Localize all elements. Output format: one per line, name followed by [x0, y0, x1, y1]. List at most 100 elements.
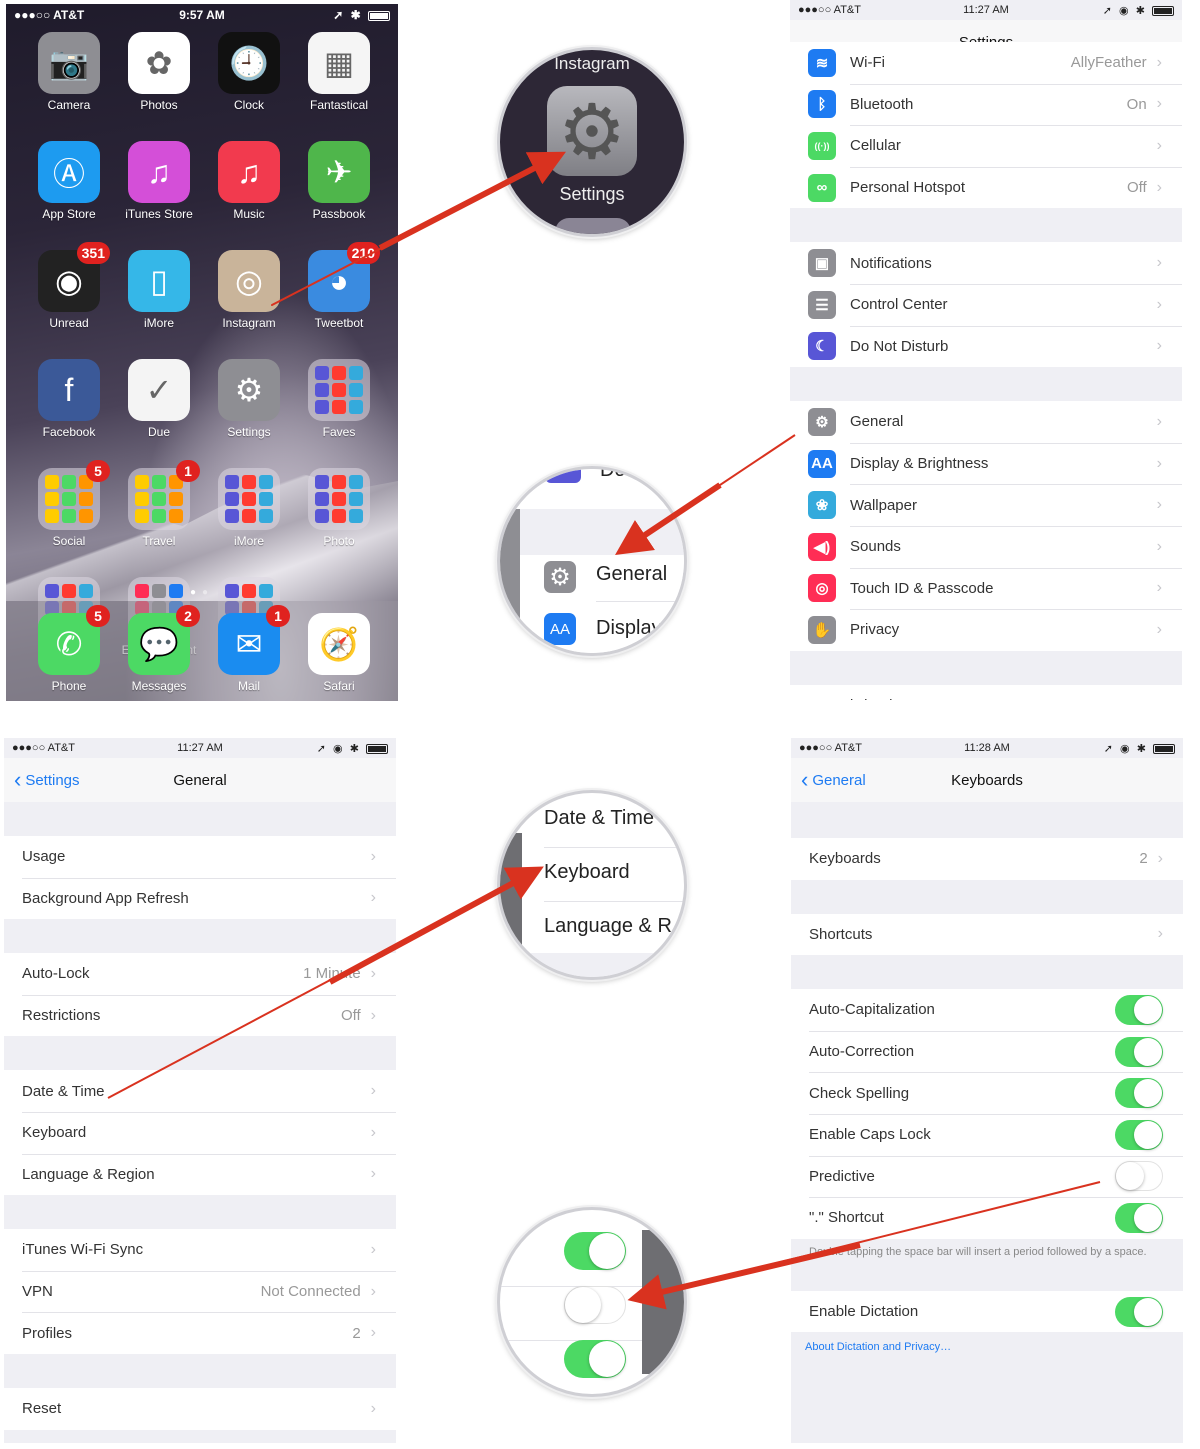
magnified-instagram-label: Instagram: [554, 54, 630, 73]
app-safari[interactable]: 🧭 Safari: [294, 613, 384, 701]
carrier-label: ●●●○○ AT&T: [14, 8, 85, 22]
settings-row-background-app-refresh[interactable]: Background App Refresh ›: [4, 877, 396, 920]
app-imore[interactable]: ▯ iMore: [114, 250, 204, 330]
app-photos[interactable]: ✿ Photos: [114, 32, 204, 112]
about-dictation-link[interactable]: About Dictation and Privacy…: [791, 1332, 1183, 1363]
auto-correction-toggle[interactable]: [1115, 1036, 1163, 1067]
settings-row-privacy[interactable]: ✋ Privacy ›: [790, 609, 1182, 651]
app-label: Due: [147, 425, 170, 439]
app-imore[interactable]: iMore: [204, 468, 294, 548]
check-spelling-toggle[interactable]: [1115, 1078, 1163, 1109]
page-indicator[interactable]: ●●: [6, 587, 398, 598]
settings-row-keyboard[interactable]: Keyboard ›: [4, 1111, 396, 1154]
row-label: Background App Refresh: [22, 889, 189, 907]
dictation-toggle[interactable]: [1115, 1296, 1163, 1327]
music-icon: ♫: [218, 141, 280, 203]
shortcut-toggle[interactable]: [1115, 1202, 1163, 1233]
settings-row-wi-fi[interactable]: ≋ Wi-Fi AllyFeather ›: [790, 42, 1182, 84]
app-photo[interactable]: Photo: [294, 468, 384, 548]
app-tweetbot[interactable]: ◕ 210 Tweetbot: [294, 242, 384, 330]
app-travel[interactable]: 1 Travel: [114, 460, 204, 548]
predictive-toggle[interactable]: [1115, 1161, 1163, 1192]
general-group: Date & Time › Keyboard › Language & Region ›: [4, 1070, 396, 1196]
settings-row-date-time[interactable]: Date & Time ›: [4, 1070, 396, 1112]
chevron-right-icon: ›: [1156, 537, 1162, 555]
app-music[interactable]: ♫ Music: [204, 141, 294, 221]
carrier-label: ●●●○○ AT&T: [798, 4, 861, 16]
notifications-icon: ▣: [808, 249, 836, 278]
settings-row-reset[interactable]: Reset ›: [4, 1388, 396, 1430]
row-label: Date & Time: [22, 1082, 105, 1100]
settings-row-language-region[interactable]: Language & Region ›: [4, 1153, 396, 1196]
app-faves[interactable]: Faves: [294, 359, 384, 439]
notification-badge: 351: [76, 242, 110, 264]
settings-row-control-center[interactable]: ☰ Control Center ›: [790, 283, 1182, 326]
settings-row-cellular[interactable]: ((·)) Cellular ›: [790, 125, 1182, 167]
moon-icon: ☾: [808, 332, 836, 361]
settings-row-auto-lock[interactable]: Auto-Lock 1 Minute ›: [4, 953, 396, 995]
app-label: iMore: [143, 316, 174, 330]
settings-row-icloud[interactable]: ☁ iCloud›: [790, 685, 1182, 700]
settings-row-usage[interactable]: Usage ›: [4, 836, 396, 878]
safari-icon: 🧭: [308, 613, 370, 675]
back-button[interactable]: ‹ Settings: [14, 769, 80, 791]
chevron-right-icon: ›: [1156, 454, 1162, 472]
app-label: Photo: [323, 534, 355, 548]
app-due[interactable]: ✓ Due: [114, 359, 204, 439]
row-label: Wi-Fi: [850, 54, 885, 72]
general-group: Usage › Background App Refresh ›: [4, 836, 396, 920]
keyboards-list: Keyboards 2 › Shortcuts › Auto-Capitaliz…: [791, 802, 1183, 1363]
settings-row-display-brightness[interactable]: AA Display & Brightness ›: [790, 442, 1182, 485]
app-itunes-store[interactable]: ♫ iTunes Store: [114, 141, 204, 221]
auto-capitalization-toggle[interactable]: [1115, 994, 1163, 1025]
settings-row-profiles[interactable]: Profiles 2 ›: [4, 1312, 396, 1354]
toggle-row-enable-caps-lock: Enable Caps Lock: [791, 1113, 1183, 1156]
row-label: Privacy: [850, 621, 900, 639]
app-camera[interactable]: 📷 Camera: [24, 32, 114, 112]
app-instagram[interactable]: ◎ Instagram: [204, 250, 294, 330]
settings-row-touch-id-passcode[interactable]: ◎ Touch ID & Passcode ›: [790, 567, 1182, 610]
app-label: Mail: [237, 679, 260, 693]
app-social[interactable]: 5 Social: [24, 460, 114, 548]
app-fantastical[interactable]: ▦ Fantastical: [294, 32, 384, 112]
app-app-store[interactable]: Ⓐ App Store: [24, 141, 114, 221]
app-facebook[interactable]: f Facebook: [24, 359, 114, 439]
chevron-right-icon: ›: [1157, 849, 1163, 867]
hotspot-icon: ∞: [808, 173, 836, 202]
toggle-knob: [1134, 1037, 1162, 1066]
magnified-settings-label: Settings: [559, 184, 625, 204]
app-clock[interactable]: 🕘 Clock: [204, 32, 294, 112]
settings-icon: ⚙: [218, 359, 280, 421]
app-messages[interactable]: 💬 2 Messages: [114, 605, 204, 701]
clock-label: 11:27 AM: [177, 742, 223, 754]
settings-row-do-not-disturb[interactable]: ☾ Do Not Disturb ›: [790, 325, 1182, 368]
settings-row-sounds[interactable]: ◀) Sounds ›: [790, 525, 1182, 568]
settings-row-restrictions[interactable]: Restrictions Off ›: [4, 994, 396, 1037]
toggle-row-shortcut: "." Shortcut: [791, 1197, 1183, 1239]
settings-row-wallpaper[interactable]: ❀ Wallpaper ›: [790, 484, 1182, 526]
app-unread[interactable]: ◉ 351 Unread: [24, 242, 114, 330]
settings-row-personal-hotspot[interactable]: ∞ Personal Hotspot Off ›: [790, 166, 1182, 209]
app-label: Fantastical: [309, 98, 369, 112]
row-label: Touch ID & Passcode: [850, 579, 994, 597]
app-passbook[interactable]: ✈ Passbook: [294, 141, 384, 221]
app-settings[interactable]: ⚙ Settings: [204, 359, 294, 439]
battery-icon: [1152, 743, 1175, 754]
settings-row-general[interactable]: ⚙ General ›: [790, 401, 1182, 443]
app-mail[interactable]: ✉ 1 Mail: [204, 605, 294, 701]
row-label: Profiles: [22, 1324, 73, 1342]
settings-row-itunes-wi-fi-sync[interactable]: iTunes Wi-Fi Sync ›: [4, 1229, 396, 1271]
settings-row-vpn[interactable]: VPN Not Connected ›: [4, 1270, 396, 1313]
settings-row-bluetooth[interactable]: ᛒ Bluetooth On ›: [790, 83, 1182, 126]
enable-caps-lock-toggle[interactable]: [1115, 1119, 1163, 1150]
settings-row-notifications[interactable]: ▣ Notifications ›: [790, 242, 1182, 284]
keyboards-row[interactable]: Keyboards 2 ›: [791, 838, 1183, 880]
fingerprint-icon: ◎: [808, 574, 836, 603]
back-button[interactable]: ‹ General: [801, 769, 866, 791]
shortcuts-row[interactable]: Shortcuts ›: [791, 914, 1183, 956]
app-phone[interactable]: ✆ 5 Phone: [24, 605, 114, 701]
chevron-right-icon: ›: [370, 1324, 376, 1342]
